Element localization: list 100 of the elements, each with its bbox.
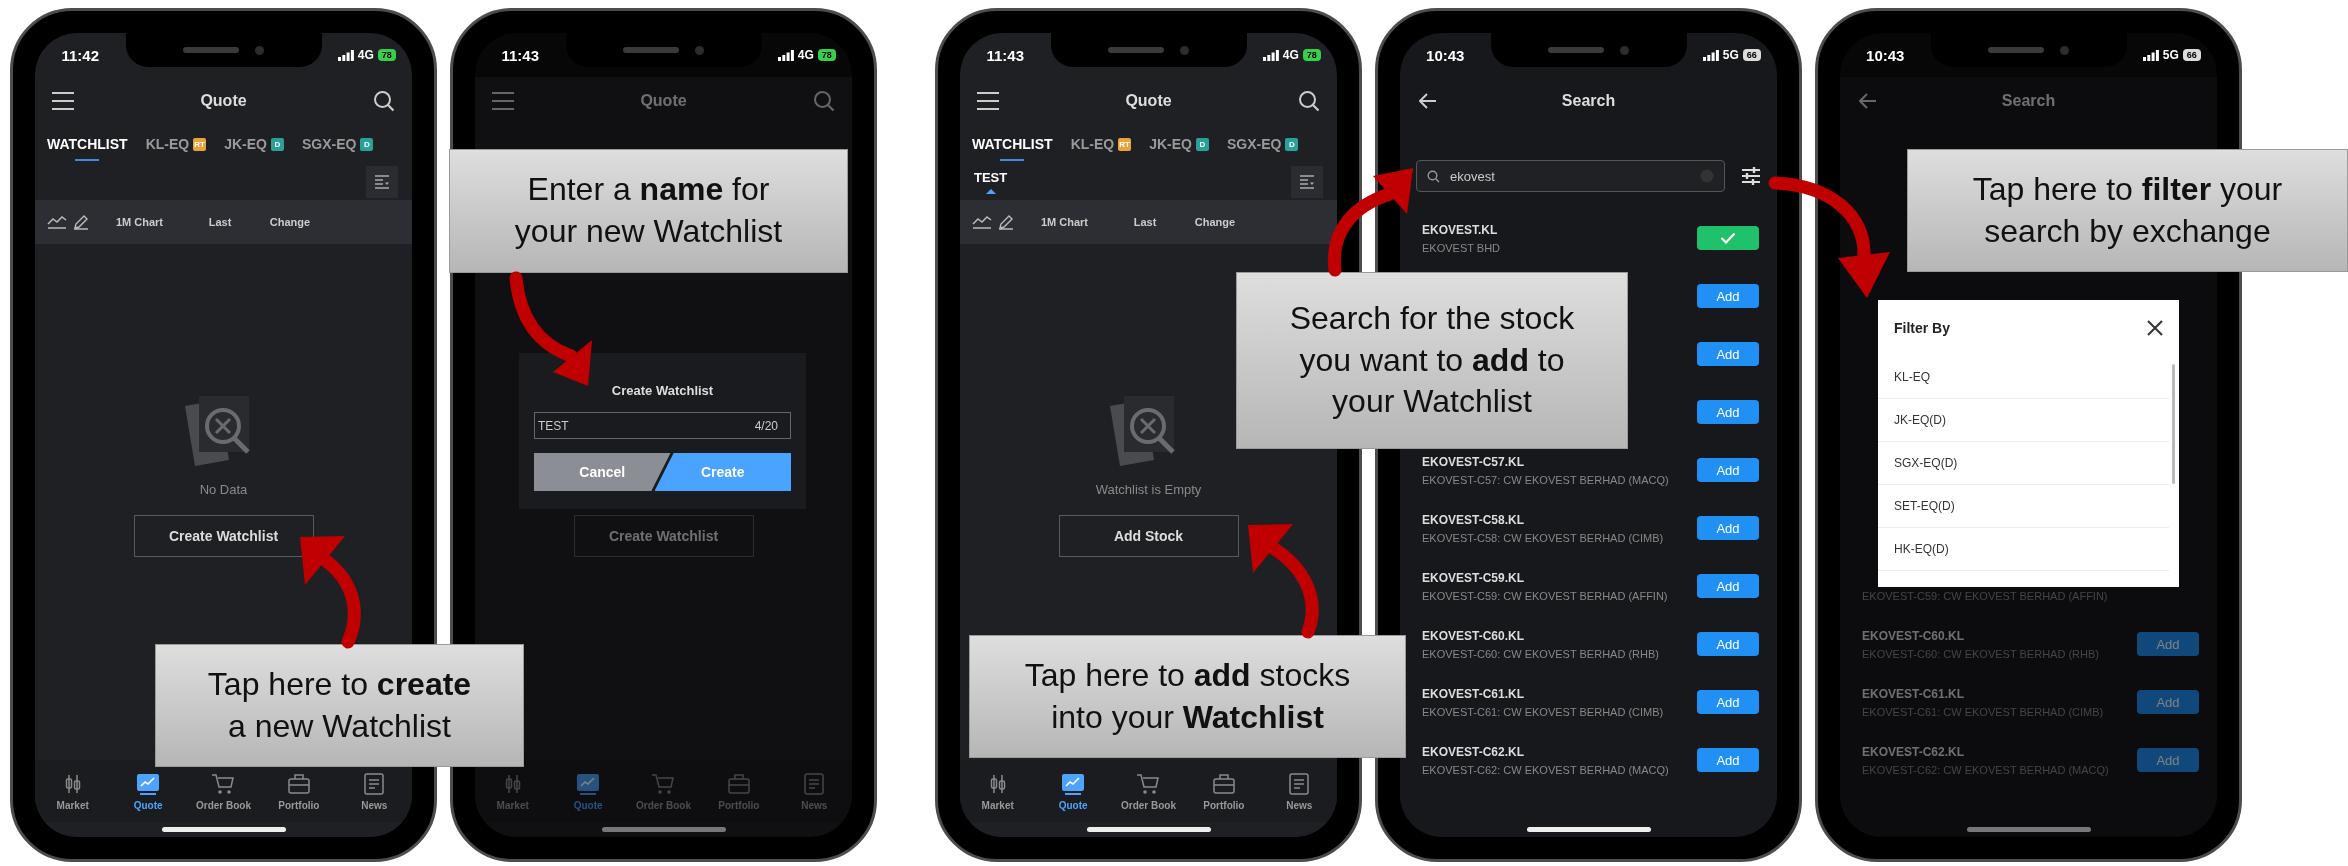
character-counter: 4/20 [754,418,778,433]
pencil-icon[interactable] [73,214,89,230]
menu-icon[interactable] [51,91,75,111]
nav-tab[interactable]: Market [35,771,111,811]
search-icon[interactable] [373,90,395,112]
stock-name: EKOVEST-C62: CW EKOVEST BERHAD (MACQ) [1862,763,2109,776]
category-tab[interactable]: WATCHLIST [972,125,1053,163]
chart-icon [576,771,601,796]
nav-tab[interactable]: News [1261,771,1337,811]
stock-name: EKOVEST-C60: CW EKOVEST BERHAD (RHB) [1422,647,1659,660]
add-button[interactable]: Add [1697,748,1759,772]
signal-icon [1702,49,1719,61]
stock-code: EKOVEST-C60.KL [1862,628,1966,643]
tab-badge: D [1196,137,1209,151]
empty-message: Watchlist is Empty [1095,482,1202,497]
status-time: 11:43 [986,46,1024,64]
stock-name: EKOVEST-C60: CW EKOVEST BERHAD (RHB) [1862,647,2099,660]
check-icon [1720,232,1736,244]
category-tab[interactable]: JK-EQ D [224,125,284,163]
chart-line-icon[interactable] [47,215,67,229]
empty-action-button[interactable]: Add Stock [1058,515,1239,557]
filter-option[interactable]: SGX-EQ(D) [1878,442,2169,485]
tab-badge: D [360,137,374,151]
popup-title: Filter By [1894,320,1950,336]
tab-badge: RT [1118,137,1132,151]
category-tab[interactable]: JK-EQ D [1149,125,1209,163]
stock-name: EKOVEST-C59: CW EKOVEST BERHAD (AFFIN) [1862,589,2108,602]
name-input-field[interactable]: TEST 4/20 [534,412,791,439]
search-field[interactable]: ekovest [1416,160,1725,192]
category-tab[interactable]: KL-EQ RT [145,125,207,163]
briefcase-icon [286,771,311,796]
document-icon [362,771,387,796]
filter-option[interactable]: JK-EQ(D) [1878,399,2169,442]
add-button[interactable]: Add [1697,342,1759,366]
signal-icon [2142,49,2159,61]
nav-tab[interactable]: Portfolio [261,771,337,811]
add-button[interactable]: Add [1697,574,1759,598]
nav-tab[interactable]: Market [960,771,1036,811]
column-header: Change [268,216,312,228]
stock-code: EKOVEST-C59.KL [1422,570,1526,585]
add-button[interactable]: Add [1697,690,1759,714]
empty-action-button[interactable]: Create Watchlist [573,515,754,557]
sort-button[interactable] [1291,165,1323,198]
filter-option[interactable]: HK-EQ(D) [1878,528,2169,571]
category-tab[interactable]: SGX-EQ D [1227,125,1299,163]
cancel-button[interactable]: Cancel [534,453,671,491]
menu-icon[interactable] [976,91,1000,111]
search-icon [1427,169,1440,183]
screen-title: Quote [640,92,687,110]
nav-tab[interactable]: Order Book [185,771,262,811]
pencil-icon[interactable] [998,214,1014,230]
screen-title: Quote [1125,92,1172,110]
empty-message: No Data [199,482,248,497]
battery-level: 66 [1742,49,1761,61]
category-tab[interactable]: KL-EQ RT [1070,125,1132,163]
column-header: 1M Chart [114,216,165,228]
instruction-callout: Tap here to filter your search by exchange [1907,149,2348,272]
instruction-callout: Tap here to create a new Watchlist [155,644,524,767]
network-label: 4G [797,48,814,62]
chart-line-icon[interactable] [972,215,992,229]
list-name-tab[interactable]: TEST [974,169,1008,194]
battery-level: 78 [377,49,396,61]
empty-action-button[interactable]: Create Watchlist [133,515,314,557]
category-tab[interactable]: SGX-EQ D [302,125,374,163]
status-time: 11:42 [61,46,99,64]
stock-name: EKOVEST BHD [1422,241,1501,254]
nav-tab[interactable]: Quote [1035,771,1111,811]
nav-tab[interactable]: Portfolio [1186,771,1262,811]
lines-icon [1299,173,1315,190]
briefcase-icon [726,771,751,796]
add-button[interactable]: Add [1697,284,1759,308]
cart-icon [211,771,236,796]
sort-button[interactable] [366,165,398,198]
filter-option[interactable]: SET-EQ(D) [1878,485,2169,528]
close-icon[interactable] [2147,320,2163,336]
stock-code: EKOVEST-C58.KL [1422,512,1526,527]
nav-tab[interactable]: Quote [110,771,186,811]
filter-icon[interactable] [1741,167,1761,185]
search-icon[interactable] [1298,90,1320,112]
stock-code: EKOVEST-C57.KL [1422,454,1526,469]
stock-code: EKOVEST-C61.KL [1862,686,1966,701]
category-tab[interactable]: WATCHLIST [47,125,128,163]
nav-tab[interactable]: Order Book [1110,771,1187,811]
back-arrow-icon[interactable] [1419,93,1437,109]
add-button[interactable]: Add [1697,458,1759,482]
add-button[interactable]: Add [1697,632,1759,656]
scrollbar[interactable] [2172,364,2175,484]
filter-option[interactable]: KL-EQ [1878,356,2169,399]
document-icon [802,771,827,796]
tab-badge: RT [193,137,207,151]
column-header: 1M Chart [1039,216,1090,228]
signal-icon [337,49,354,61]
add-button[interactable]: Add [1697,400,1759,424]
nav-tab[interactable]: News [336,771,412,811]
add-button[interactable]: Add [1697,516,1759,540]
network-label: 4G [357,48,374,62]
status-time: 11:43 [501,46,539,64]
stock-code: EKOVEST-C62.KL [1422,744,1526,759]
stock-name: EKOVEST-C61: CW EKOVEST BERHAD (CIMB) [1862,705,2104,718]
screen-title: Search [1561,92,1616,110]
